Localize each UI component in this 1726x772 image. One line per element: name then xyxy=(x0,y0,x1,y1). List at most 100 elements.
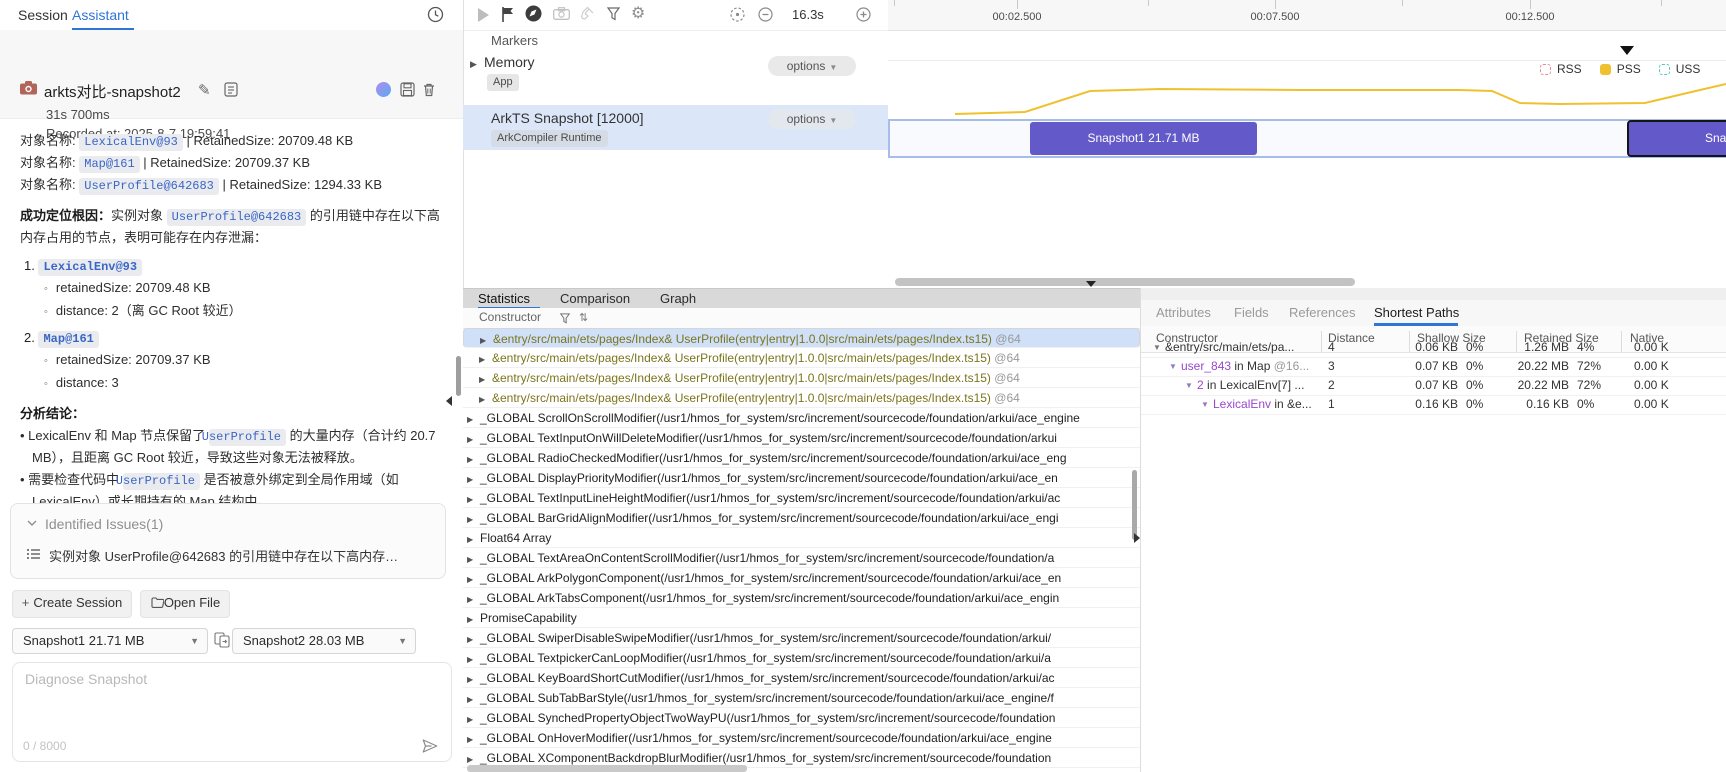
tab-attributes[interactable]: Attributes xyxy=(1156,305,1211,320)
constructor-row[interactable]: ▶_GLOBAL SwiperDisableSwipeModifier(/usr… xyxy=(463,628,1140,648)
constructor-column-header[interactable]: Constructor ⇅ xyxy=(463,308,1140,329)
memory-options-button[interactable]: options▼ xyxy=(768,56,856,76)
send-icon[interactable] xyxy=(421,737,439,755)
snapshot1-select[interactable]: Snapshot1 21.71 MB▼ xyxy=(12,628,208,654)
tab-graph[interactable]: Graph xyxy=(660,291,696,306)
constructor-row[interactable]: ▶&entry/src/main/ets/pages/Index& UserPr… xyxy=(463,368,1140,388)
constructor-row[interactable]: ▶&entry/src/main/ets/pages/Index& UserPr… xyxy=(463,328,1140,348)
legend-pss[interactable]: PSS xyxy=(1600,62,1641,76)
history-clock-icon[interactable] xyxy=(427,6,444,23)
constructor-row[interactable]: ▶&entry/src/main/ets/pages/Index& UserPr… xyxy=(463,348,1140,368)
constructor-row[interactable]: ▶_GLOBAL ScrollOnScrollModifier(/usr1/hm… xyxy=(463,408,1140,428)
object-chip[interactable]: UserProfile xyxy=(123,473,200,490)
constructor-row[interactable]: ▶_GLOBAL RadioCheckedModifier(/usr1/hmos… xyxy=(463,448,1140,468)
play-icon[interactable] xyxy=(477,8,489,22)
collapse-panel-arrow[interactable] xyxy=(446,396,452,406)
expand-caret-icon[interactable]: ▶ xyxy=(467,610,477,628)
open-file-button[interactable]: Open File xyxy=(140,590,230,618)
expand-caret-icon[interactable]: ▶ xyxy=(467,590,477,608)
constructor-row[interactable]: ▶_GLOBAL ArkPolygonComponent(/usr1/hmos_… xyxy=(463,568,1140,588)
tab-references[interactable]: References xyxy=(1289,305,1355,320)
zoom-out-icon[interactable] xyxy=(758,7,773,22)
expand-caret-icon[interactable]: ▶ xyxy=(467,510,477,528)
shortest-path-row[interactable]: ▼user_843 in Map @16...30.07 KB0%20.22 M… xyxy=(1141,357,1726,377)
compare-snapshots-icon[interactable] xyxy=(214,632,230,648)
expand-caret-icon[interactable]: ▶ xyxy=(479,350,489,368)
shortest-path-row[interactable]: ▼LexicalEnv in &e...10.16 KB0%0.16 KB0%0… xyxy=(1141,395,1726,415)
constructor-row[interactable]: ▶_GLOBAL SynchedPropertyObjectTwoWayPU(/… xyxy=(463,708,1140,728)
constructor-row[interactable]: ▶_GLOBAL BarGridAlignModifier(/usr1/hmos… xyxy=(463,508,1140,528)
screenshot-camera-icon[interactable] xyxy=(553,7,570,20)
expand-caret-icon[interactable]: ▶ xyxy=(467,670,477,688)
sort-icon[interactable]: ⇅ xyxy=(579,311,588,324)
compass-capture-icon[interactable] xyxy=(525,5,542,22)
expand-caret-icon[interactable]: ▶ xyxy=(480,331,490,348)
constructor-row[interactable]: ▶_GLOBAL TextAreaOnContentScrollModifier… xyxy=(463,548,1140,568)
legend-rss[interactable]: RSS xyxy=(1540,62,1582,76)
pss-checkbox[interactable] xyxy=(1600,64,1611,75)
collapse-caret-icon[interactable]: ▼ xyxy=(1185,376,1193,395)
tab-assistant[interactable]: Assistant xyxy=(72,7,129,23)
object-chip[interactable]: Map@161 xyxy=(38,331,98,348)
snapshot2-block[interactable]: Snapshot2 28.03 MB xyxy=(1627,120,1726,157)
arkts-track-label[interactable]: ArkTS Snapshot [12000] xyxy=(491,110,644,126)
constructor-row[interactable]: ▶&entry/src/main/ets/pages/Index& UserPr… xyxy=(463,388,1140,408)
timeline-chart[interactable]: 00:02.500 00:07.500 00:12.500 RSS PSS US… xyxy=(888,0,1726,276)
expand-caret-icon[interactable]: ▶ xyxy=(479,390,489,408)
create-session-button[interactable]: +Create Session xyxy=(12,590,132,618)
timeline-hscrollbar[interactable] xyxy=(895,278,1355,286)
expand-caret-icon[interactable]: ▶ xyxy=(467,430,477,448)
uss-checkbox[interactable] xyxy=(1659,64,1670,75)
tab-comparison[interactable]: Comparison xyxy=(560,291,630,306)
expand-caret-icon[interactable]: ▶ xyxy=(467,450,477,468)
constructor-row[interactable]: ▶Float64 Array xyxy=(463,528,1140,548)
expand-caret-icon[interactable]: ▶ xyxy=(467,410,477,428)
constructor-row[interactable]: ▶_GLOBAL TextInputLineHeightModifier(/us… xyxy=(463,488,1140,508)
constructor-row[interactable]: ▶PromiseCapability xyxy=(463,608,1140,628)
flag-icon[interactable] xyxy=(502,7,514,22)
rename-pencil-icon[interactable]: ✎ xyxy=(198,81,211,99)
snapshot1-block[interactable]: Snapshot1 21.71 MB xyxy=(1030,122,1257,155)
collapse-caret-icon[interactable]: ▼ xyxy=(1169,357,1177,376)
tab-session[interactable]: Session xyxy=(18,7,68,23)
arkts-options-button[interactable]: options▼ xyxy=(768,109,856,129)
collapse-caret-icon[interactable]: ▼ xyxy=(1201,395,1209,414)
constructor-row[interactable]: ▶_GLOBAL OnHoverModifier(/usr1/hmos_for_… xyxy=(463,728,1140,748)
zoom-in-icon[interactable] xyxy=(856,7,871,22)
delete-trash-icon[interactable] xyxy=(422,82,436,97)
tab-statistics[interactable]: Statistics xyxy=(478,291,530,306)
settings-gear-icon[interactable]: ⚙ xyxy=(631,3,645,23)
tab-shortest-paths[interactable]: Shortest Paths xyxy=(1374,305,1459,320)
expand-caret-icon[interactable]: ▶ xyxy=(467,570,477,588)
constructor-row[interactable]: ▶_GLOBAL DisplayPriorityModifier(/usr1/h… xyxy=(463,468,1140,488)
expand-caret-icon[interactable]: ▶ xyxy=(467,710,477,728)
ai-assistant-icon[interactable] xyxy=(376,82,391,97)
expand-caret-icon[interactable]: ▶ xyxy=(467,650,477,668)
restore-zoom-icon[interactable] xyxy=(730,7,745,22)
chevron-down-icon[interactable] xyxy=(27,520,37,526)
diagnose-input[interactable]: Diagnose Snapshot 0 / 8000 xyxy=(12,662,452,762)
shortest-path-row[interactable]: ▼2 in LexicalEnv[7] ...20.07 KB0%20.22 M… xyxy=(1141,376,1726,396)
report-doc-icon[interactable] xyxy=(224,82,238,97)
object-chip[interactable]: UserProfile@642683 xyxy=(167,209,307,226)
expand-caret-icon[interactable]: ▶ xyxy=(467,690,477,708)
object-chip[interactable]: UserProfile xyxy=(209,429,286,446)
issue-item[interactable]: 实例对象 UserProfile@642683 的引用链中存在以下高内存… xyxy=(49,546,429,565)
expand-caret-icon[interactable]: ▶ xyxy=(479,370,489,388)
filter-funnel-icon[interactable] xyxy=(560,313,570,324)
constructor-row[interactable]: ▶_GLOBAL SubTabBarStyle(/usr1/hmos_for_s… xyxy=(463,688,1140,708)
constructor-row[interactable]: ▶_GLOBAL TextpickerCanLoopModifier(/usr1… xyxy=(463,648,1140,668)
constructor-row[interactable]: ▶_GLOBAL TextInputOnWillDeleteModifier(/… xyxy=(463,428,1140,448)
object-chip[interactable]: LexicalEnv@93 xyxy=(38,259,142,276)
pane-dropdown-caret[interactable] xyxy=(1086,281,1096,287)
expand-caret-icon[interactable]: ▶ xyxy=(467,730,477,748)
object-chip[interactable]: UserProfile@642683 xyxy=(79,178,219,195)
save-icon[interactable] xyxy=(400,82,415,97)
snapshot2-select[interactable]: Snapshot2 28.03 MB▼ xyxy=(232,628,416,654)
object-chip[interactable]: LexicalEnv@93 xyxy=(79,134,183,151)
filter-funnel-icon[interactable] xyxy=(607,7,620,21)
constructor-row[interactable]: ▶_GLOBAL ArkTabsComponent(/usr1/hmos_for… xyxy=(463,588,1140,608)
object-chip[interactable]: Map@161 xyxy=(79,156,139,173)
issues-header[interactable]: Identified Issues(1) xyxy=(45,516,163,532)
session-card[interactable]: arkts对比-snapshot2 ✎ 31s 700ms Recorded a… xyxy=(0,30,463,119)
